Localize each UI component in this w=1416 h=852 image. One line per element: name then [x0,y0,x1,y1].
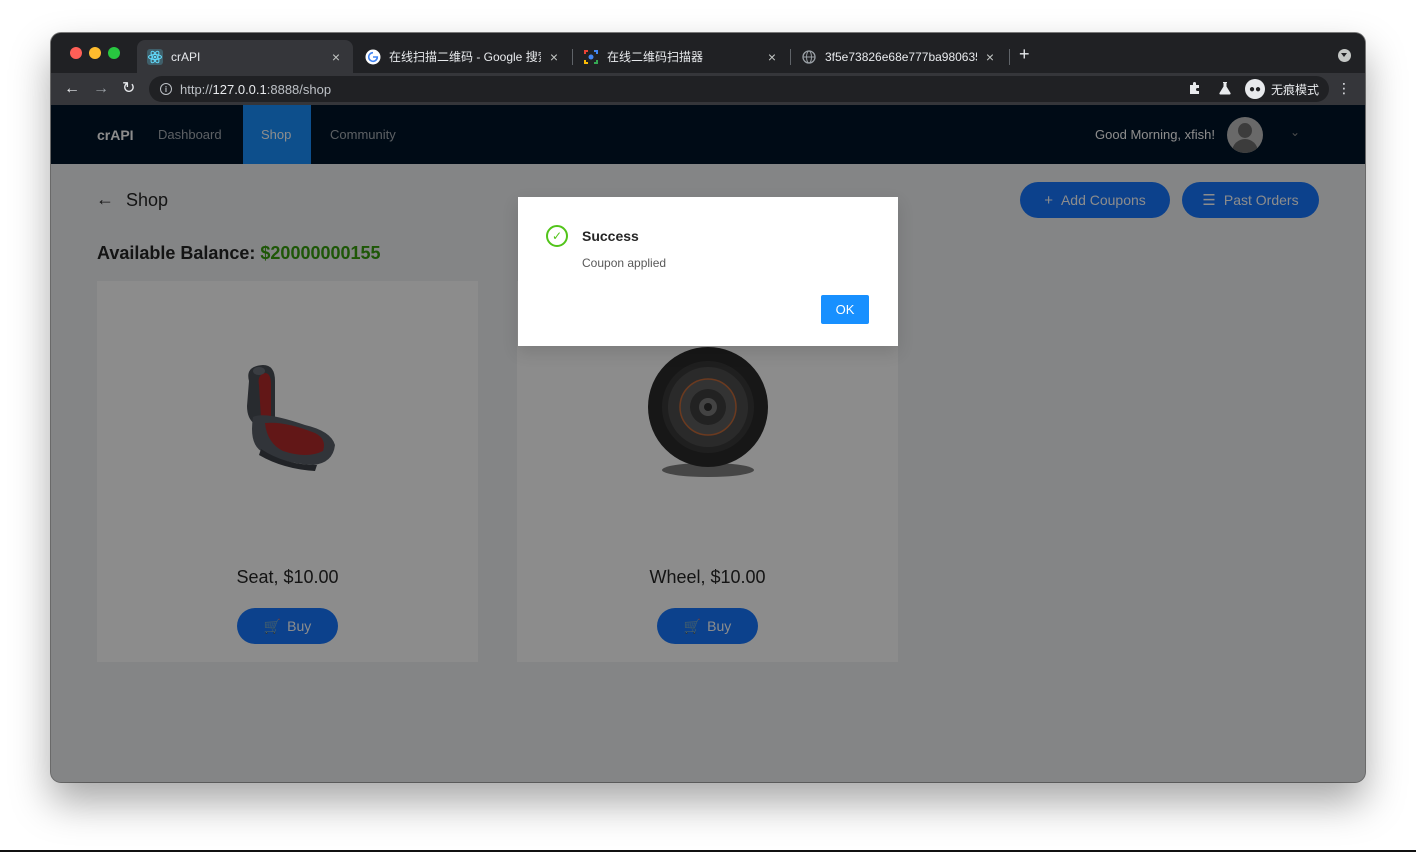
web-page: crAPI Dashboard Shop Community Good Morn… [51,105,1365,782]
tab-search-icon[interactable] [1338,49,1351,62]
tab-title: 3f5e73826e68e777ba980635 [825,49,977,64]
qr-scanner-icon [583,49,599,65]
minimize-window-button[interactable] [89,47,101,59]
dialog-title: Success [582,228,639,244]
tab-hash-page[interactable]: 3f5e73826e68e777ba980635 × [791,40,1007,73]
close-icon[interactable]: × [329,49,343,65]
incognito-profile-button[interactable]: ●● 无痕模式 [1242,76,1330,102]
close-icon[interactable]: × [765,49,779,65]
close-icon[interactable]: × [547,49,561,65]
kebab-menu-icon[interactable]: ⋮ [1337,80,1351,96]
react-icon [147,48,163,65]
back-arrow-icon[interactable]: ← [64,79,80,99]
google-icon [365,49,381,65]
success-dialog: ✓ Success Coupon applied OK [518,197,898,346]
tab-title: crAPI [171,49,201,64]
browser-window: crAPI × 在线扫描二维码 - Google 搜索 × 在线二维码扫描器 ×… [51,33,1365,782]
labs-flask-icon[interactable] [1218,81,1232,98]
tab-title: 在线二维码扫描器 [607,50,704,64]
incognito-icon: ●● [1245,79,1265,99]
check-circle-icon: ✓ [546,225,568,247]
ok-button[interactable]: OK [821,295,869,324]
tab-title: 在线扫描二维码 - Google 搜索 [389,50,541,64]
tab-qr-scanner[interactable]: 在线二维码扫描器 × [573,40,789,73]
info-icon[interactable]: i [160,83,172,95]
browser-toolbar: ← → ↻ i http://127.0.0.1:8888/shop ☆ ●● … [51,73,1365,105]
globe-icon [801,49,817,65]
close-window-button[interactable] [70,47,82,59]
new-tab-button[interactable]: + [1019,45,1030,63]
forward-arrow-icon[interactable]: → [93,79,109,99]
tab-google-search[interactable]: 在线扫描二维码 - Google 搜索 × [355,40,571,73]
close-icon[interactable]: × [983,49,997,65]
dialog-message: Coupon applied [582,256,667,270]
extensions-icon[interactable] [1188,81,1202,98]
reload-icon[interactable]: ↻ [122,79,135,99]
tab-separator [1009,49,1010,65]
profile-label: 无痕模式 [1271,82,1320,97]
url-text[interactable]: http://127.0.0.1:8888/shop [180,82,331,97]
maximize-window-button[interactable] [108,47,120,59]
tab-crapi[interactable]: crAPI × [137,40,353,73]
address-bar[interactable]: i http://127.0.0.1:8888/shop ☆ [149,76,1327,102]
tab-strip: crAPI × 在线扫描二维码 - Google 搜索 × 在线二维码扫描器 ×… [51,33,1365,73]
